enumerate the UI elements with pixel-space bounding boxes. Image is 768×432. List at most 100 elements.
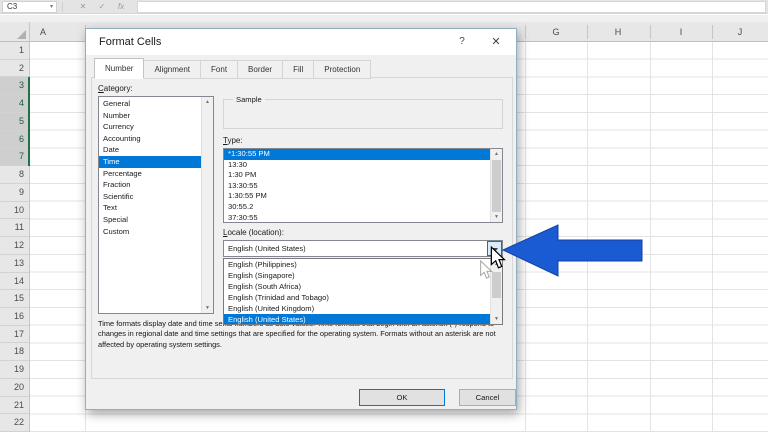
category-item[interactable]: Time	[99, 156, 213, 168]
type-listbox[interactable]: *1:30:55 PM13:301:30 PM13:30:551:30:55 P…	[223, 148, 503, 223]
type-item[interactable]: 13:30	[224, 160, 502, 171]
column-header-i[interactable]: I	[651, 22, 711, 42]
scroll-up-icon[interactable]: ▲	[491, 149, 502, 159]
tab-alignment[interactable]: Alignment	[144, 60, 201, 79]
column-header-divider	[712, 25, 713, 39]
ok-button[interactable]: OK	[359, 389, 445, 406]
category-item[interactable]: Number	[99, 110, 213, 122]
row-header-6[interactable]: 6	[0, 131, 29, 149]
row-header-22[interactable]: 22	[0, 414, 29, 432]
row-header-2[interactable]: 2	[0, 60, 29, 78]
locale-dropdown-list[interactable]: English (Philippines)English (Singapore)…	[223, 258, 503, 325]
column-header-g[interactable]: G	[526, 22, 586, 42]
tab-protection[interactable]: Protection	[314, 60, 371, 79]
formula-bar-input[interactable]	[137, 1, 766, 13]
close-icon[interactable]: ✕	[482, 29, 510, 55]
column-header-divider	[587, 25, 588, 39]
row-header-9[interactable]: 9	[0, 184, 29, 202]
category-item[interactable]: Custom	[99, 226, 213, 238]
row-header-5[interactable]: 5	[0, 113, 29, 131]
category-item[interactable]: Special	[99, 214, 213, 226]
scroll-down-icon[interactable]: ▼	[491, 314, 502, 324]
row-header-7[interactable]: 7	[0, 148, 29, 166]
row-header-17[interactable]: 17	[0, 326, 29, 344]
cancel-entry-icon[interactable]: ✕	[76, 0, 90, 14]
formula-bar-strip: C3 ▾ ✕ ✓ fx	[0, 0, 768, 14]
scroll-down-icon[interactable]: ▼	[491, 212, 502, 222]
locale-option[interactable]: English (United States)	[224, 314, 502, 325]
type-item[interactable]: *1:30:55 PM	[224, 149, 502, 160]
category-item[interactable]: Percentage	[99, 168, 213, 180]
row-header-13[interactable]: 13	[0, 255, 29, 273]
column-header-divider	[650, 25, 651, 39]
row-header-12[interactable]: 12	[0, 237, 29, 255]
name-box-dropdown-icon[interactable]: ▾	[50, 2, 53, 12]
type-item[interactable]: 30:55.2	[224, 202, 502, 213]
locale-option[interactable]: English (United Kingdom)	[224, 303, 502, 314]
row-header-4[interactable]: 4	[0, 95, 29, 113]
tab-number[interactable]: Number	[94, 58, 144, 79]
divider	[62, 2, 63, 12]
excel-window: C3 ▾ ✕ ✓ fx AGHIJ 1234567891011121314151…	[0, 0, 768, 432]
category-item[interactable]: Date	[99, 144, 213, 156]
help-button[interactable]: ?	[448, 29, 476, 55]
row-header-18[interactable]: 18	[0, 343, 29, 361]
scrollbar-thumb[interactable]	[492, 160, 501, 212]
category-item[interactable]: Scientific	[99, 191, 213, 203]
type-item[interactable]: 1:30:55 PM	[224, 191, 502, 202]
locale-option[interactable]: English (Philippines)	[224, 259, 502, 270]
dialog-tabs: NumberAlignmentFontBorderFillProtection	[94, 58, 371, 78]
row-header-20[interactable]: 20	[0, 379, 29, 397]
locale-option[interactable]: English (Singapore)	[224, 270, 502, 281]
row-header-14[interactable]: 14	[0, 273, 29, 291]
locale-option[interactable]: English (South Africa)	[224, 281, 502, 292]
category-item[interactable]: Text	[99, 202, 213, 214]
locale-combobox[interactable]: English (United States)	[223, 240, 503, 257]
selection-accent-bar	[28, 77, 30, 166]
row-headers: 12345678910111213141516171819202122	[0, 42, 30, 432]
category-label: Category:	[98, 84, 133, 93]
column-header-j[interactable]: J	[714, 22, 766, 42]
dialog-title: Format Cells	[99, 29, 161, 55]
category-item[interactable]: Accounting	[99, 133, 213, 145]
sample-label: Sample	[233, 95, 265, 104]
sample-groupbox: Sample	[223, 99, 503, 129]
type-item[interactable]: 37:30:55	[224, 213, 502, 223]
tab-font[interactable]: Font	[201, 60, 238, 79]
insert-function-icon[interactable]: fx	[114, 0, 128, 14]
enter-entry-icon[interactable]: ✓	[95, 0, 109, 14]
row-header-21[interactable]: 21	[0, 397, 29, 415]
row-header-1[interactable]: 1	[0, 42, 29, 60]
category-item[interactable]: Fraction	[99, 179, 213, 191]
dialog-titlebar[interactable]: Format Cells ? ✕	[86, 29, 516, 55]
row-header-15[interactable]: 15	[0, 290, 29, 308]
scroll-up-icon[interactable]: ▲	[202, 97, 213, 107]
locale-label: Locale (location):	[223, 228, 284, 237]
cancel-button[interactable]: Cancel	[459, 389, 516, 406]
locale-option[interactable]: English (Trinidad and Tobago)	[224, 292, 502, 303]
type-item[interactable]: 1:30 PM	[224, 170, 502, 181]
row-header-8[interactable]: 8	[0, 166, 29, 184]
category-scrollbar[interactable]: ▲ ▼	[201, 97, 213, 313]
column-header-a[interactable]: A	[16, 22, 71, 42]
grid-line	[650, 42, 651, 432]
name-box-value: C3	[7, 2, 17, 11]
column-header-h[interactable]: H	[588, 22, 648, 42]
row-header-11[interactable]: 11	[0, 219, 29, 237]
category-item[interactable]: Currency	[99, 121, 213, 133]
name-box[interactable]: C3 ▾	[2, 1, 57, 13]
row-header-3[interactable]: 3	[0, 77, 29, 95]
scroll-down-icon[interactable]: ▼	[202, 303, 213, 313]
mouse-cursor-icon	[490, 246, 508, 270]
type-scrollbar[interactable]: ▲ ▼	[490, 149, 502, 222]
tab-border[interactable]: Border	[238, 60, 283, 79]
category-listbox[interactable]: GeneralNumberCurrencyAccountingDateTimeP…	[98, 96, 214, 314]
tab-fill[interactable]: Fill	[283, 60, 314, 79]
row-header-19[interactable]: 19	[0, 361, 29, 379]
category-item[interactable]: General	[99, 98, 213, 110]
row-header-10[interactable]: 10	[0, 202, 29, 220]
row-header-16[interactable]: 16	[0, 308, 29, 326]
type-item[interactable]: 13:30:55	[224, 181, 502, 192]
format-cells-dialog: Format Cells ? ✕ NumberAlignmentFontBord…	[85, 28, 517, 410]
ribbon-gap	[0, 15, 768, 22]
